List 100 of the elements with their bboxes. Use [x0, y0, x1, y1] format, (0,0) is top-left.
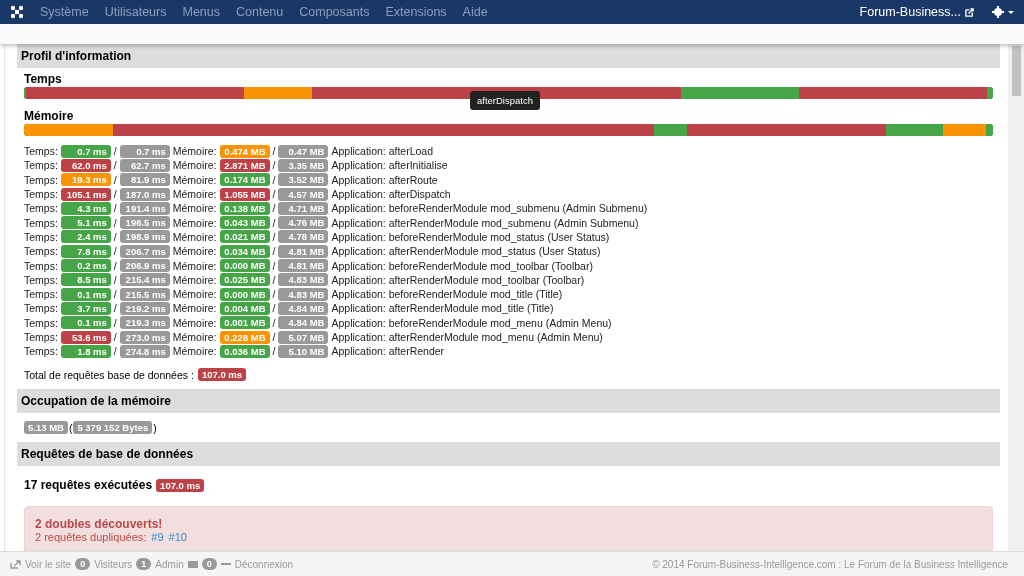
memory-label: Mémoire:	[172, 288, 217, 301]
count-badge: 0	[75, 558, 91, 570]
event-name: Application: beforeRenderModule mod_title (Title)	[331, 288, 563, 301]
total-memory-badge: 5.10 MB	[278, 344, 329, 358]
site-link[interactable]: Forum-Business...	[859, 5, 988, 19]
count-badge: 0	[201, 558, 217, 570]
total-time-badge: 274.8 ms	[119, 344, 170, 358]
memory-label: Mémoire:	[172, 145, 217, 158]
time-label: Temps:	[24, 302, 58, 315]
event-name: Application: afterRenderModule mod_toolbar (Toolbar)	[331, 273, 585, 286]
time-badge: 0.7 ms	[60, 144, 111, 158]
total-time-badge: 273.0 ms	[119, 330, 170, 344]
query-time-badge: 107.0 ms	[156, 478, 205, 492]
total-memory-badge: 5.07 MB	[278, 330, 329, 344]
total-memory-badge: 4.81 MB	[278, 259, 329, 272]
total-memory-badge: 4.71 MB	[278, 201, 329, 215]
time-label: Temps:	[24, 245, 58, 258]
memory-badge: 0.021 MB	[219, 230, 270, 244]
memory-label: Mémoire:	[172, 159, 217, 172]
logout-link[interactable]: Déconnexion	[234, 558, 294, 570]
total-time-badge: 198.9 ms	[119, 230, 170, 244]
separator: /	[113, 331, 117, 343]
separator: /	[272, 145, 276, 158]
time-label: Temps:	[24, 273, 58, 286]
total-memory-badge: 4.57 MB	[278, 187, 329, 201]
total-time-badge: 0.7 ms	[119, 144, 170, 158]
query-count: 17 requêtes exécutées	[24, 478, 153, 493]
total-time-badge: 219.2 ms	[119, 301, 170, 315]
alert-text: 2 requêtes dupliquées:	[35, 531, 147, 544]
separator: /	[113, 230, 117, 243]
query-link[interactable]: #10	[168, 531, 187, 544]
menu-item[interactable]: Composants	[293, 5, 376, 19]
view-site-link[interactable]: Voir le site	[25, 558, 72, 570]
menu-item[interactable]: Contenu	[230, 5, 290, 19]
time-label: Temps:	[24, 188, 58, 201]
time-badge: 1.8 ms	[60, 344, 111, 358]
separator: /	[113, 202, 117, 215]
menu-item[interactable]: Menus	[176, 5, 226, 19]
separator: /	[272, 273, 276, 286]
total-time-badge: 206.9 ms	[119, 259, 170, 272]
alert-title: 2 doubles découverts!	[35, 517, 164, 532]
menu-item[interactable]: Extensions	[379, 5, 453, 19]
total-memory-badge: 4.83 MB	[278, 287, 329, 301]
memory-badge: 0.138 MB	[219, 201, 270, 215]
time-badge: 53.6 ms	[60, 330, 111, 344]
total-memory-badge: 4.84 MB	[278, 301, 329, 315]
separator: /	[113, 302, 117, 315]
memory-badge: 0.004 MB	[219, 301, 270, 315]
separator: /	[272, 345, 276, 358]
memory-badge: 0.034 MB	[219, 244, 270, 258]
separator: /	[113, 273, 117, 286]
time-label: Temps:	[24, 145, 58, 158]
paren: (	[68, 421, 73, 434]
memory-label: Mémoire:	[172, 259, 217, 272]
memory-label: Mémoire:	[172, 245, 217, 258]
section-header: Requêtes de base de données	[17, 442, 1000, 467]
separator: /	[113, 145, 117, 158]
separator: /	[272, 202, 276, 215]
db-total-label: Total de requêtes base de données :	[24, 368, 194, 381]
menu-item[interactable]: Utilisateurs	[98, 5, 173, 19]
menu-item[interactable]: Système	[34, 5, 95, 19]
separator: /	[113, 245, 117, 258]
scrollbar[interactable]	[1008, 44, 1024, 551]
query-link[interactable]: #9	[151, 531, 164, 544]
memory-badge: 2.871 MB	[219, 158, 270, 172]
separator: /	[113, 345, 117, 358]
paren: )	[153, 421, 157, 434]
separator: /	[272, 159, 276, 172]
copyright: © 2014 Forum-Business-Intelligence.com : Le Forum de la Business Intelligence	[652, 558, 1009, 570]
separator: /	[272, 302, 276, 315]
bytes-badge: 5 379 152 Bytes	[73, 421, 153, 435]
memory-label: Mémoire:	[172, 273, 217, 286]
settings-icon[interactable]	[992, 6, 1014, 18]
event-name: Application: afterRenderModule mod_title (Title)	[331, 302, 554, 315]
memory-label: Mémoire:	[172, 331, 217, 343]
separator: /	[113, 159, 117, 172]
time-badge: 5.1 ms	[60, 216, 111, 230]
memory-usage-badge: 5.13 MB	[24, 421, 68, 435]
memory-label: Mémoire:	[172, 216, 217, 229]
minus-icon	[220, 563, 231, 565]
total-time-badge: 187.0 ms	[119, 187, 170, 201]
memory-label: Mémoire:	[172, 345, 217, 358]
separator: /	[272, 316, 276, 329]
time-badge: 0.1 ms	[60, 287, 111, 301]
separator: /	[113, 259, 117, 272]
memory-badge: 0.036 MB	[219, 344, 270, 358]
memory-label: Mémoire:	[172, 316, 217, 329]
total-memory-badge: 4.78 MB	[278, 230, 329, 244]
memory-badge: 0.001 MB	[219, 316, 270, 330]
menu-item[interactable]: Aide	[456, 5, 494, 19]
total-time-badge: 219.3 ms	[119, 316, 170, 330]
total-memory-badge: 3.35 MB	[278, 158, 329, 172]
total-time-badge: 206.7 ms	[119, 244, 170, 258]
separator: /	[272, 230, 276, 243]
time-label: Temps:	[24, 159, 58, 172]
total-time-badge: 215.4 ms	[119, 273, 170, 287]
time-badge: 4.3 ms	[60, 201, 111, 215]
separator: /	[272, 188, 276, 201]
memory-badge: 0.025 MB	[219, 273, 270, 287]
visitors-label: Visiteurs	[94, 558, 133, 570]
